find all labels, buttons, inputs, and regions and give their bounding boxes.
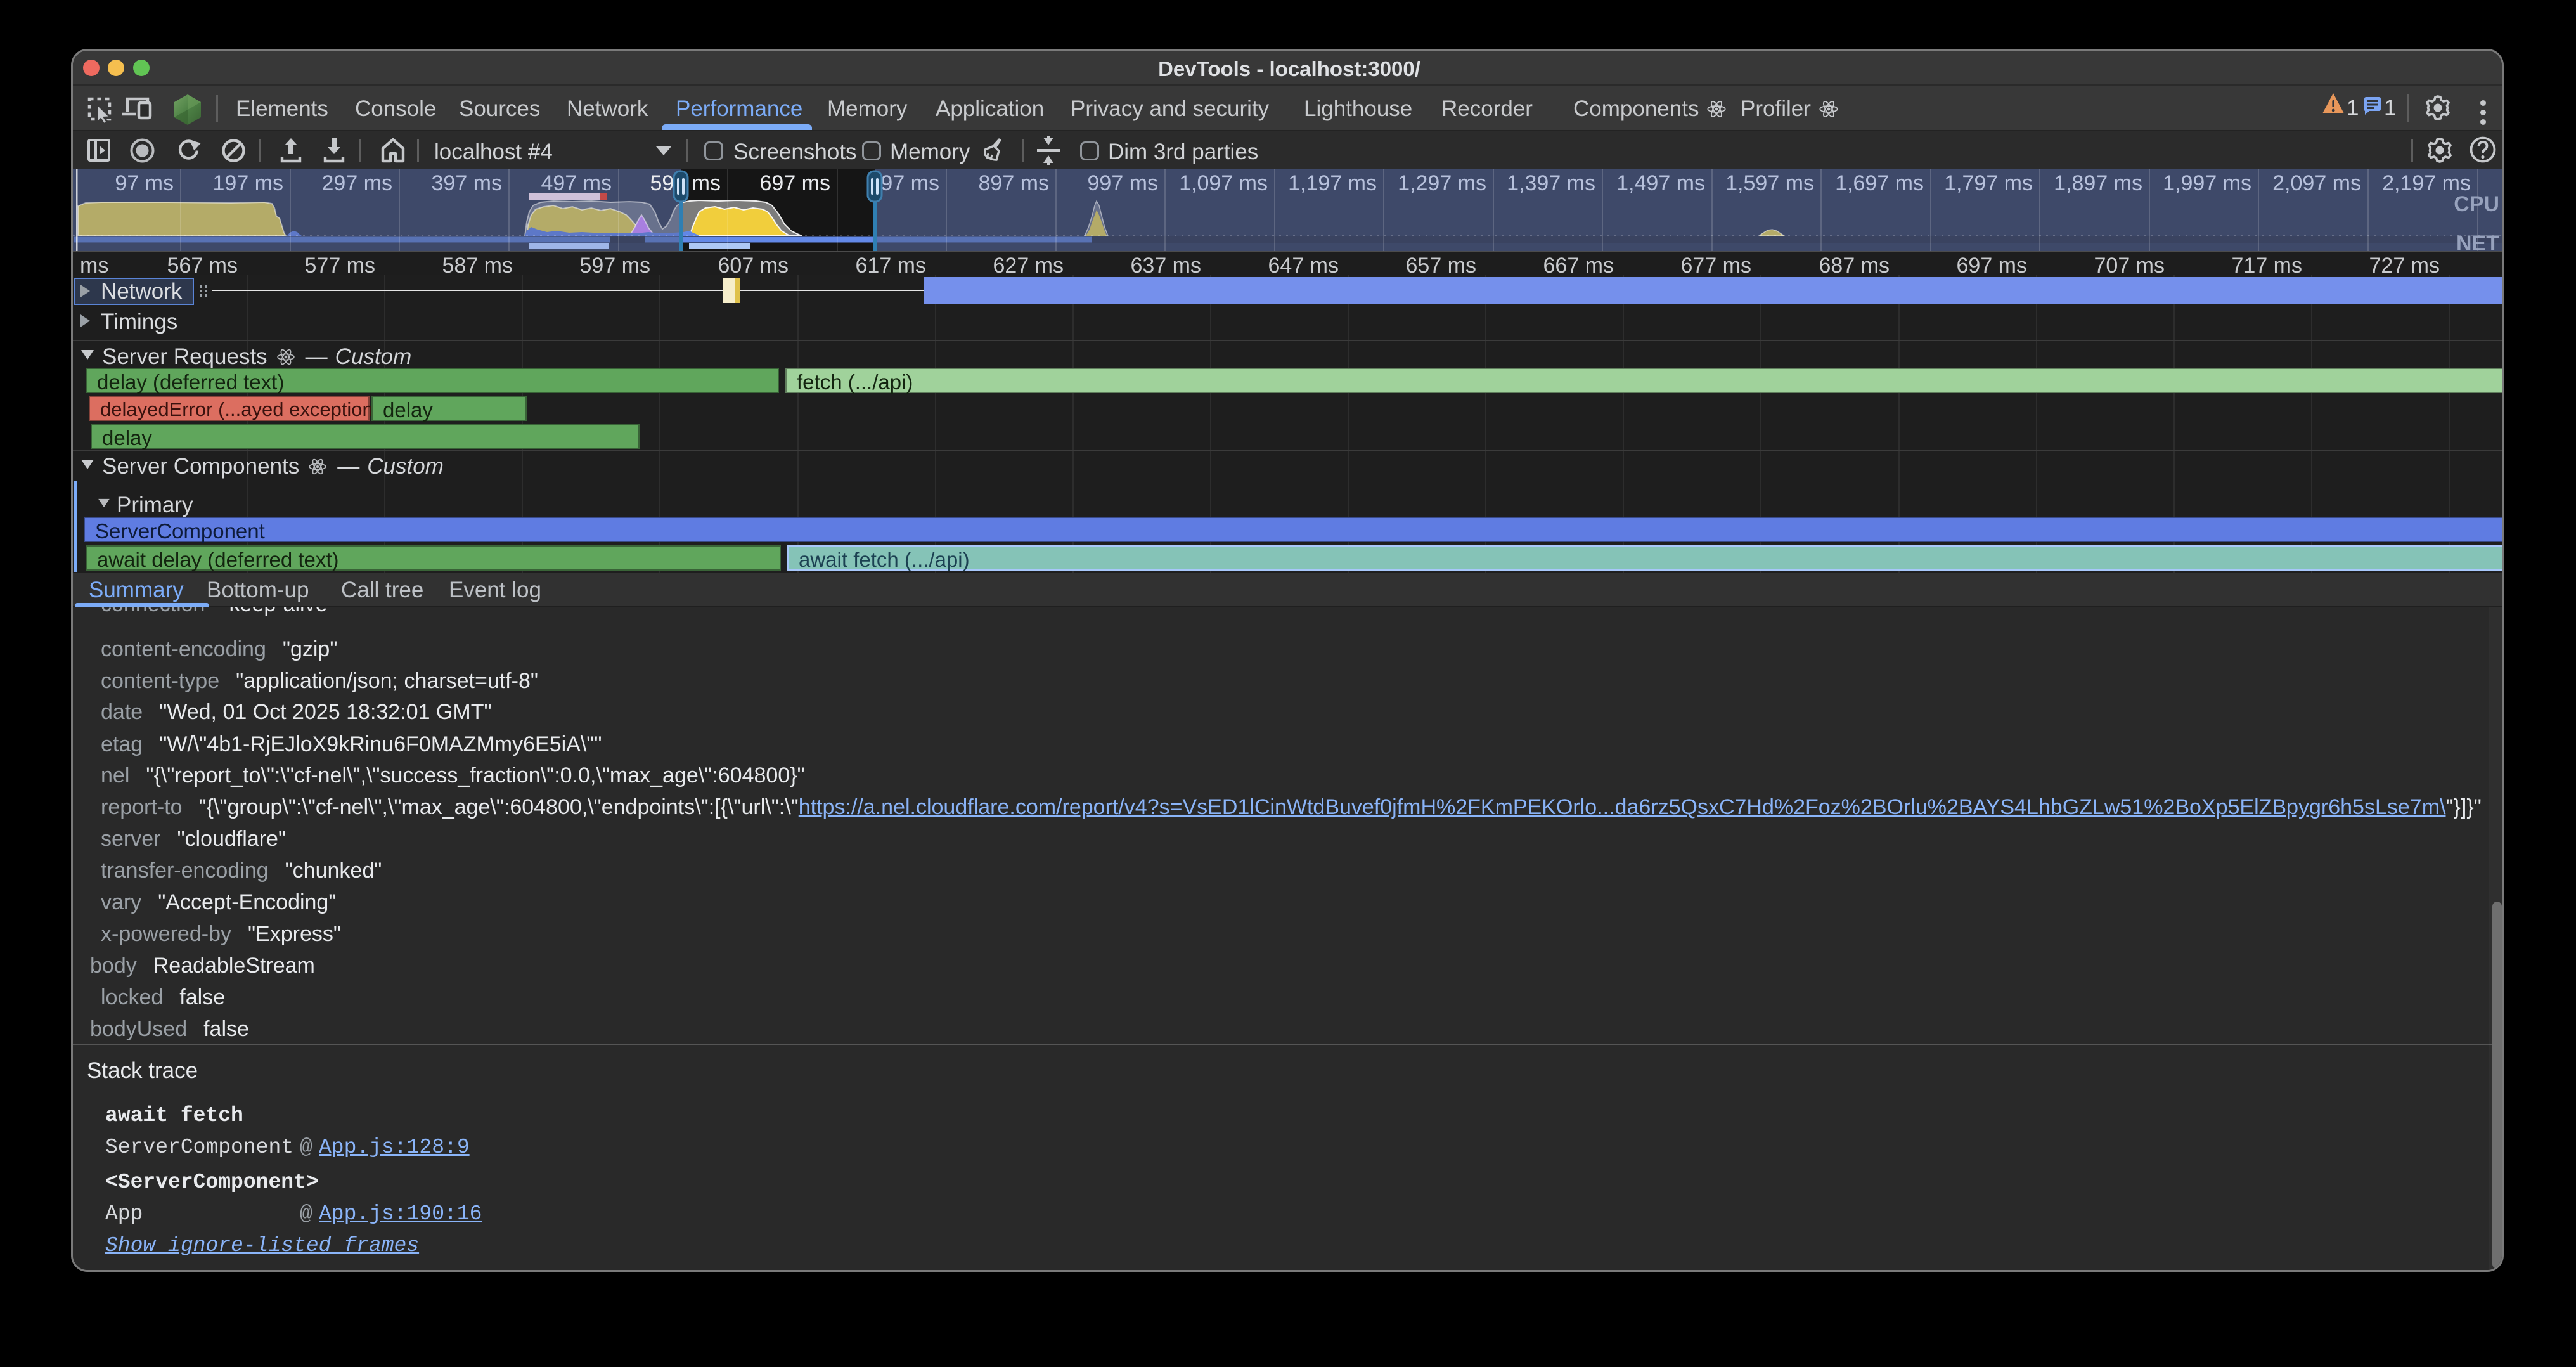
svg-text:1,997 ms: 1,997 ms: [2163, 171, 2251, 195]
svg-text:CPU: CPU: [2454, 192, 2499, 216]
svg-text:1,597 ms: 1,597 ms: [1725, 171, 1814, 195]
svg-text:697 ms: 697 ms: [760, 171, 831, 195]
svg-text:1,397 ms: 1,397 ms: [1507, 171, 1595, 195]
svg-text:197 ms: 197 ms: [213, 171, 284, 195]
svg-text:1,697 ms: 1,697 ms: [1835, 171, 1924, 195]
svg-text:997 ms: 997 ms: [1088, 171, 1159, 195]
svg-text:497 ms: 497 ms: [541, 171, 612, 195]
svg-text:1,797 ms: 1,797 ms: [1944, 171, 2033, 195]
svg-text:897 ms: 897 ms: [979, 171, 1050, 195]
svg-text:2,097 ms: 2,097 ms: [2272, 171, 2361, 195]
svg-text:1,197 ms: 1,197 ms: [1288, 171, 1377, 195]
svg-text:397 ms: 397 ms: [432, 171, 503, 195]
svg-text:1,897 ms: 1,897 ms: [2054, 171, 2142, 195]
svg-text:1,097 ms: 1,097 ms: [1179, 171, 1268, 195]
svg-text:97 ms: 97 ms: [115, 171, 174, 195]
svg-text:1,297 ms: 1,297 ms: [1398, 171, 1486, 195]
svg-text:1,497 ms: 1,497 ms: [1616, 171, 1705, 195]
svg-text:297 ms: 297 ms: [322, 171, 393, 195]
